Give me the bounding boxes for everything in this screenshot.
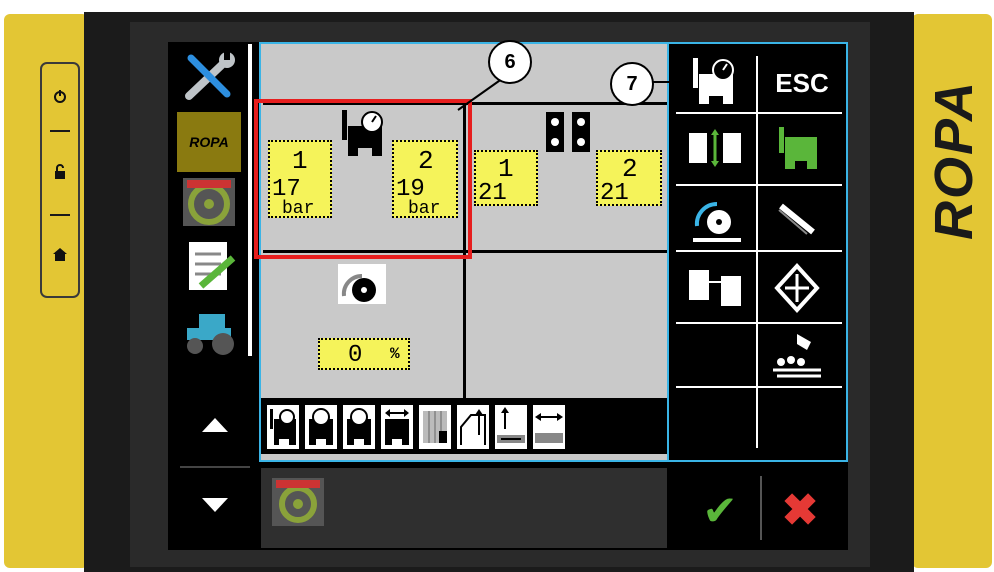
steering-wheel-icon[interactable] bbox=[270, 476, 326, 528]
right-panel-divider bbox=[756, 56, 758, 448]
twin-wheels-icon bbox=[542, 108, 594, 156]
steering-wheel-icon[interactable] bbox=[177, 172, 241, 232]
scroll-down-button[interactable] bbox=[200, 490, 230, 520]
wheel-box-2: 2 21 bbox=[596, 150, 662, 206]
hardware-button-strip bbox=[40, 62, 80, 298]
unlock-icon[interactable] bbox=[42, 150, 78, 194]
grid-chart-icon[interactable] bbox=[417, 403, 453, 451]
right-panel-row-line bbox=[676, 322, 842, 324]
wheel-box-1: 1 21 bbox=[474, 150, 538, 206]
gauge-dial-b-icon[interactable] bbox=[341, 403, 377, 451]
highlight-box bbox=[254, 99, 472, 259]
bottom-bar-separator bbox=[760, 476, 762, 540]
callout-6: 6 bbox=[488, 40, 532, 84]
gauge-dial-a-icon[interactable] bbox=[303, 403, 339, 451]
cancel-button[interactable]: ✖ bbox=[770, 480, 830, 540]
wheel-index-1: 1 bbox=[498, 154, 514, 184]
wheel-value-1: 21 bbox=[478, 180, 507, 207]
crops-icon[interactable] bbox=[762, 256, 832, 316]
speed-box: 0 % bbox=[318, 338, 410, 370]
harvest-conveyor-icon[interactable] bbox=[762, 326, 832, 386]
checklist-edit-icon[interactable] bbox=[177, 238, 241, 298]
green-wheel-icon[interactable] bbox=[762, 118, 832, 178]
track-width-icon[interactable] bbox=[531, 403, 567, 451]
brand-logo: ROPA bbox=[918, 40, 990, 280]
gauge-arrows-icon[interactable] bbox=[379, 403, 415, 451]
wheels-arrows-icon[interactable] bbox=[680, 118, 750, 178]
ropa-logo[interactable]: ROPA bbox=[177, 112, 241, 172]
gauge-press-icon[interactable] bbox=[265, 403, 301, 451]
tools-icon[interactable] bbox=[177, 48, 241, 108]
right-panel-row-line bbox=[676, 112, 842, 114]
wheel-value-2: 21 bbox=[600, 180, 629, 207]
wheel-index-2: 2 bbox=[622, 154, 638, 184]
sidebar-separator bbox=[248, 44, 252, 356]
confirm-button[interactable]: ✔ bbox=[690, 480, 750, 540]
rotor-icon[interactable] bbox=[680, 188, 750, 248]
home-icon[interactable] bbox=[42, 232, 78, 276]
ropa-logo-text: ROPA bbox=[189, 134, 229, 150]
rp-pressure-gauge-icon[interactable] bbox=[680, 52, 750, 112]
wheels-pair-icon[interactable] bbox=[680, 256, 750, 316]
callout-7: 7 bbox=[610, 62, 654, 106]
esc-button[interactable]: ESC bbox=[760, 58, 844, 108]
speed-unit: % bbox=[390, 345, 400, 363]
track-up-icon[interactable] bbox=[493, 403, 529, 451]
power-icon[interactable] bbox=[42, 74, 78, 118]
right-panel-row-line bbox=[676, 184, 842, 186]
hw-separator bbox=[50, 130, 70, 132]
hw-separator bbox=[50, 214, 70, 216]
nav-separator bbox=[180, 466, 250, 468]
scroll-up-button[interactable] bbox=[200, 410, 230, 440]
brand-text: ROPA bbox=[924, 79, 985, 241]
speed-dial-icon bbox=[336, 262, 388, 306]
lift-arrows-icon[interactable] bbox=[455, 403, 491, 451]
tractor-icon[interactable] bbox=[177, 302, 241, 362]
right-panel-row-line bbox=[676, 386, 842, 388]
right-panel-row-line bbox=[676, 250, 842, 252]
knife-icon[interactable] bbox=[762, 188, 832, 248]
speed-value: 0 bbox=[348, 342, 363, 369]
